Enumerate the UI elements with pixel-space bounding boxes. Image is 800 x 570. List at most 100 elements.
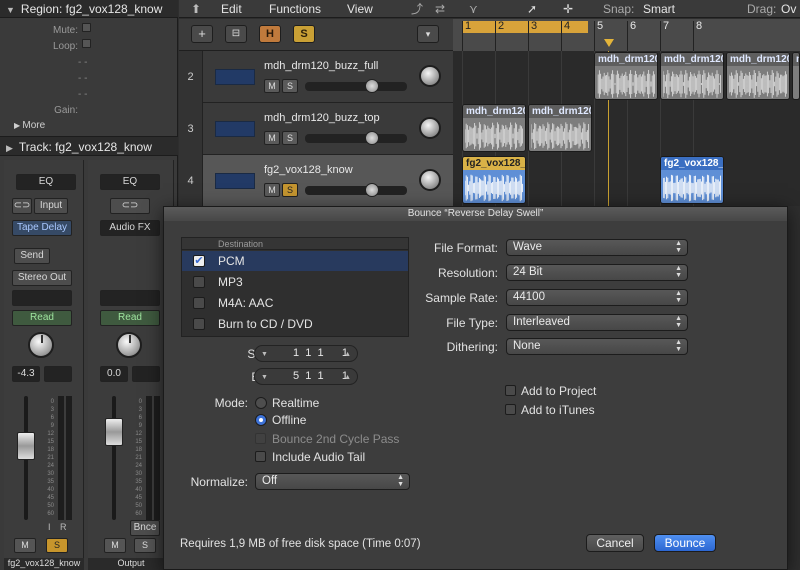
playhead-marker[interactable] <box>604 39 614 47</box>
crosshair-tool-icon[interactable]: ✛ <box>563 0 573 18</box>
chevron-down-icon[interactable]: ▼ <box>261 347 268 362</box>
audio-region[interactable]: mdh_drm120 <box>726 52 790 100</box>
region-inspector-header[interactable]: ▼ Region: fg2_vox128_know <box>0 0 178 18</box>
track-header-selected[interactable]: 4 fg2_vox128_know M S <box>179 155 453 207</box>
end-field[interactable]: ▼ 5 1 1 1 ▲ <box>254 368 358 385</box>
track-mute-button[interactable]: M <box>264 79 280 93</box>
link-icon[interactable]: ⇄ <box>435 0 445 18</box>
volume-readout[interactable]: 0.0 <box>100 366 128 382</box>
volume-fader-handle[interactable] <box>17 432 35 460</box>
track-name[interactable]: fg2_vox128_know <box>264 164 353 176</box>
chevron-down-icon[interactable]: ▾ <box>417 25 439 43</box>
slider-thumb[interactable] <box>365 183 379 197</box>
normalize-dropdown[interactable]: Off ▲ ▼ <box>255 473 410 490</box>
audio-region[interactable]: mdh_drm120 <box>462 104 526 152</box>
global-tracks-icon[interactable]: ⊟ <box>225 25 247 43</box>
chevron-up-icon[interactable]: ▲ <box>344 370 351 385</box>
include-audio-tail-checkbox[interactable] <box>255 451 266 462</box>
back-arrow-icon[interactable]: ⬆ <box>191 0 201 18</box>
audio-fx-slot[interactable]: Audio FX <box>100 220 160 236</box>
track-volume-slider[interactable] <box>305 79 407 93</box>
add-track-button[interactable]: + <box>191 25 213 43</box>
record-enable-button[interactable]: R <box>60 522 67 532</box>
file-type-dropdown[interactable]: Interleaved ▲ ▼ <box>506 314 688 331</box>
offline-radio[interactable] <box>255 414 267 426</box>
group-slot[interactable] <box>12 290 72 306</box>
volume-readout[interactable]: -4.3 <box>12 366 40 382</box>
track-solo-button[interactable]: S <box>282 79 298 93</box>
audio-region[interactable]: mdh_drm120 <box>660 52 724 100</box>
drag-dropdown[interactable]: Ov <box>781 0 796 18</box>
track-solo-button[interactable]: S <box>282 183 298 197</box>
pointer-tool-icon[interactable]: ➚ <box>527 0 537 18</box>
slider-thumb[interactable] <box>365 131 379 145</box>
track-mute-button[interactable]: M <box>264 131 280 145</box>
destination-m4a[interactable]: M4A: AAC <box>182 293 408 313</box>
audio-region[interactable]: mdh_drm120 <box>528 104 592 152</box>
sample-rate-dropdown[interactable]: 44100 ▲ ▼ <box>506 289 688 306</box>
resolution-dropdown[interactable]: 24 Bit ▲ ▼ <box>506 264 688 281</box>
insert-slot-tape-delay[interactable]: Tape Delay <box>12 220 72 236</box>
edit-menu[interactable]: Edit <box>221 0 242 18</box>
track-volume-slider[interactable] <box>305 131 407 145</box>
track-pan-knob[interactable] <box>419 117 441 139</box>
destination-pcm[interactable]: ✔ PCM <box>182 251 408 271</box>
solo-mode-button[interactable]: S <box>293 25 315 43</box>
mute-checkbox[interactable] <box>82 23 91 32</box>
audio-region[interactable]: fg2_vox128_k <box>660 156 724 204</box>
pan-knob[interactable] <box>116 332 142 358</box>
functions-menu[interactable]: Functions <box>269 0 321 18</box>
automation-mode-button[interactable]: Read <box>12 310 72 326</box>
track-name[interactable]: mdh_drm120_buzz_full <box>264 60 378 72</box>
snap-dropdown[interactable]: Smart <box>643 0 675 18</box>
track-mute-button[interactable]: M <box>264 183 280 197</box>
output-button[interactable]: Stereo Out <box>12 270 72 286</box>
track-header[interactable]: 2 mdh_drm120_buzz_full M S <box>179 51 453 103</box>
solo-button[interactable]: S <box>134 538 156 553</box>
volume-fader-handle[interactable] <box>105 418 123 446</box>
filter-icon[interactable]: ⋎ <box>469 0 478 18</box>
start-field[interactable]: ▼ 1 1 1 1 ▲ <box>254 345 358 362</box>
track-header[interactable]: 3 mdh_drm120_buzz_top M S <box>179 103 453 155</box>
cancel-button[interactable]: Cancel <box>586 534 644 552</box>
track-name[interactable]: mdh_drm120_buzz_top <box>264 112 380 124</box>
checkbox[interactable] <box>193 297 205 309</box>
mute-button[interactable]: M <box>14 538 36 553</box>
bounce-2nd-cycle-checkbox[interactable] <box>255 433 266 444</box>
chevron-down-icon[interactable]: ▼ <box>261 370 268 385</box>
destination-burn-cd[interactable]: Burn to CD / DVD <box>182 314 408 334</box>
bounce-button[interactable]: Bounce <box>654 534 716 552</box>
loop-checkbox[interactable] <box>82 39 91 48</box>
track-solo-button[interactable]: S <box>282 131 298 145</box>
input-button[interactable]: Input <box>34 198 68 214</box>
link-icon[interactable]: ⊂⊃ <box>110 198 150 214</box>
hide-button[interactable]: H <box>259 25 281 43</box>
pan-knob[interactable] <box>28 332 54 358</box>
solo-button[interactable]: S <box>46 538 68 553</box>
audio-region[interactable]: mdh_drm120 <box>792 52 800 100</box>
group-slot[interactable] <box>100 290 160 306</box>
track-inspector-header[interactable]: ▶ Track: fg2_vox128_know <box>0 136 178 156</box>
add-to-project-checkbox[interactable] <box>505 385 516 396</box>
param-value[interactable]: - - <box>78 73 87 84</box>
automation-mode-button[interactable]: Read <box>100 310 160 326</box>
link-icon[interactable]: ⊂⊃ <box>12 198 32 214</box>
track-pan-knob[interactable] <box>419 65 441 87</box>
mute-button[interactable]: M <box>104 538 126 553</box>
view-menu[interactable]: View <box>347 0 373 18</box>
add-to-itunes-checkbox[interactable] <box>505 404 516 415</box>
volume-fader-track[interactable] <box>112 396 116 520</box>
realtime-radio[interactable] <box>255 397 267 409</box>
audio-region[interactable]: mdh_drm120 <box>594 52 658 100</box>
checkbox[interactable] <box>193 318 205 330</box>
send-button[interactable]: Send <box>14 248 50 264</box>
input-monitor-button[interactable]: I <box>48 522 51 532</box>
checkbox[interactable] <box>193 276 205 288</box>
audio-region-selected[interactable]: fg2_vox128_k <box>462 156 526 204</box>
more-toggle[interactable]: ▶ More <box>14 120 45 131</box>
file-format-dropdown[interactable]: Wave ▲ ▼ <box>506 239 688 256</box>
eq-button[interactable]: EQ <box>100 174 160 190</box>
destination-mp3[interactable]: MP3 <box>182 272 408 292</box>
eq-button[interactable]: EQ <box>16 174 76 190</box>
param-value[interactable]: - - <box>78 57 87 68</box>
